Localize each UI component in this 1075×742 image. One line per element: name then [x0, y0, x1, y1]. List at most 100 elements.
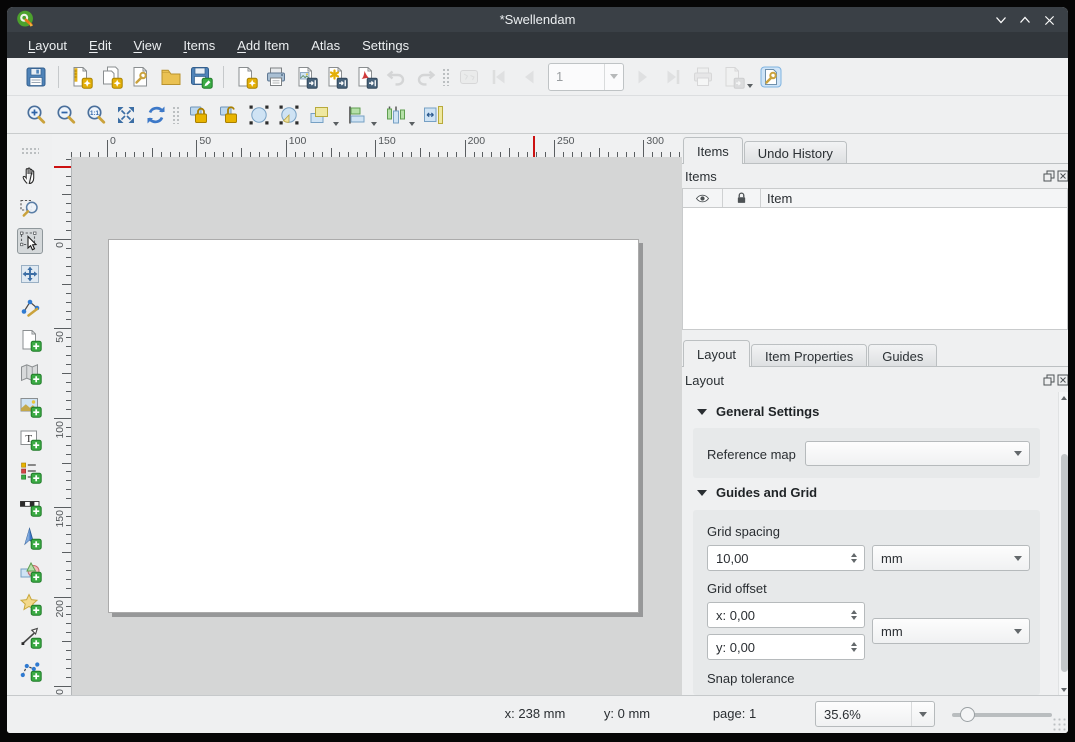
column-item[interactable]: Item	[761, 189, 1067, 207]
add-scalebar-button[interactable]	[17, 492, 43, 518]
add-legend-button[interactable]	[17, 459, 43, 485]
minimize-button[interactable]	[992, 11, 1010, 29]
zoom-level-combo[interactable]: 35.6%	[815, 701, 935, 727]
tab-items[interactable]: Items	[683, 137, 743, 164]
lock-selected-items-button[interactable]	[186, 102, 212, 128]
undo-button[interactable]	[383, 64, 409, 90]
menu-edit[interactable]: Edit	[78, 34, 122, 57]
tab-layout[interactable]: Layout	[683, 340, 750, 367]
new-layout-button[interactable]	[68, 64, 94, 90]
chevron-up-icon	[1019, 14, 1031, 26]
add-picture-button[interactable]	[17, 393, 43, 419]
select-move-item-button[interactable]	[17, 228, 43, 254]
menu-settings[interactable]: Settings	[351, 34, 420, 57]
zoom-full-extent-button[interactable]	[113, 102, 139, 128]
layout-canvas[interactable]	[72, 157, 682, 696]
zoom-tool-button[interactable]	[17, 195, 43, 221]
reference-map-combo[interactable]	[805, 441, 1030, 466]
move-item-content-button[interactable]	[17, 261, 43, 287]
section-guides-and-grid[interactable]: Guides and Grid	[697, 485, 817, 500]
select-all-items-button[interactable]	[246, 102, 272, 128]
close-button[interactable]	[1040, 11, 1058, 29]
column-visibility[interactable]	[683, 189, 723, 207]
save-project-button[interactable]	[23, 64, 49, 90]
grid-spacing-input[interactable]: 10,00	[707, 545, 865, 571]
menu-items[interactable]: Items	[172, 34, 226, 57]
tab-item-properties[interactable]: Item Properties	[751, 344, 867, 367]
layout-dock-float-button[interactable]	[1043, 374, 1055, 386]
print-layout-button[interactable]	[263, 64, 289, 90]
new-layout-icon	[69, 65, 93, 89]
first-feature-button[interactable]	[486, 64, 512, 90]
statusbar: x: 238 mm y: 0 mm page: 1 35.6%	[7, 695, 1068, 733]
tab-guides[interactable]: Guides	[868, 344, 937, 367]
grid-offset-unit-combo[interactable]: mm	[872, 618, 1030, 644]
invert-selection-button[interactable]	[276, 102, 302, 128]
menu-view[interactable]: View	[122, 34, 172, 57]
select-item-icon	[18, 229, 42, 253]
scrollbar-thumb[interactable]	[1061, 454, 1068, 672]
scroll-up-button[interactable]	[1059, 392, 1068, 404]
preview-atlas-button[interactable]	[456, 64, 482, 90]
resize-selected-items-button[interactable]	[420, 102, 446, 128]
section-general-settings[interactable]: General Settings	[697, 404, 819, 419]
grid-offset-y-input[interactable]: y: 0,00	[707, 634, 865, 660]
resize-grip[interactable]	[1052, 717, 1066, 731]
load-from-template-button[interactable]	[158, 64, 184, 90]
distribute-selected-items-button[interactable]	[382, 102, 408, 128]
layout-dock-close-button[interactable]	[1057, 374, 1068, 386]
page-paper[interactable]	[108, 239, 639, 613]
zoom-slider[interactable]	[952, 713, 1052, 717]
export-as-pdf-button[interactable]	[353, 64, 379, 90]
items-table-body[interactable]	[682, 208, 1068, 330]
raise-selected-items-button[interactable]	[306, 102, 332, 128]
add-map-button[interactable]	[17, 360, 43, 386]
export-atlas-button[interactable]	[720, 64, 746, 90]
next-feature-button[interactable]	[630, 64, 656, 90]
items-dock-close-button[interactable]	[1057, 170, 1068, 182]
add-shape-button[interactable]	[17, 558, 43, 584]
spinner-buttons[interactable]	[844, 642, 864, 652]
grid-offset-x-input[interactable]: x: 0,00	[707, 602, 865, 628]
combo-value: 1	[549, 69, 604, 84]
menu-add-item[interactable]: Add Item	[226, 34, 300, 57]
last-feature-button[interactable]	[660, 64, 686, 90]
zoom-actual-size-button[interactable]: 1:1	[83, 102, 109, 128]
refresh-view-button[interactable]	[143, 102, 169, 128]
add-label-button[interactable]: T	[17, 426, 43, 452]
save-as-template-button[interactable]	[188, 64, 214, 90]
zoom-slider-handle[interactable]	[960, 707, 975, 722]
export-as-image-button[interactable]	[293, 64, 319, 90]
add-node-item-button[interactable]	[17, 657, 43, 683]
align-selected-items-button[interactable]	[344, 102, 370, 128]
maximize-button[interactable]	[1016, 11, 1034, 29]
tab-undo-history[interactable]: Undo History	[744, 141, 847, 164]
duplicate-layout-button[interactable]	[98, 64, 124, 90]
add-marker-button[interactable]	[17, 591, 43, 617]
chevron-down-icon	[604, 64, 623, 90]
layout-panel-scrollbar[interactable]	[1058, 392, 1068, 696]
unlock-all-items-button[interactable]	[216, 102, 242, 128]
previous-feature-button[interactable]	[516, 64, 542, 90]
layout-manager-button[interactable]	[128, 64, 154, 90]
spinner-buttons[interactable]	[844, 553, 864, 563]
items-dock-float-button[interactable]	[1043, 170, 1055, 182]
atlas-settings-button[interactable]	[758, 64, 784, 90]
pan-layout-button[interactable]	[17, 162, 43, 188]
redo-button[interactable]	[413, 64, 439, 90]
menu-layout[interactable]: Layout	[17, 34, 78, 57]
atlas-feature-combo[interactable]: 1	[548, 63, 624, 91]
add-page-button[interactable]	[17, 327, 43, 353]
zoom-out-button[interactable]	[53, 102, 79, 128]
menu-atlas[interactable]: Atlas	[300, 34, 351, 57]
column-lock[interactable]	[723, 189, 761, 207]
add-arrow-button[interactable]	[17, 624, 43, 650]
add-north-arrow-button[interactable]	[17, 525, 43, 551]
export-as-svg-button[interactable]	[323, 64, 349, 90]
edit-nodes-item-button[interactable]	[17, 294, 43, 320]
spinner-buttons[interactable]	[844, 610, 864, 620]
zoom-in-button[interactable]	[23, 102, 49, 128]
print-atlas-button[interactable]	[690, 64, 716, 90]
add-pages-button[interactable]	[233, 64, 259, 90]
grid-spacing-unit-combo[interactable]: mm	[872, 545, 1030, 571]
